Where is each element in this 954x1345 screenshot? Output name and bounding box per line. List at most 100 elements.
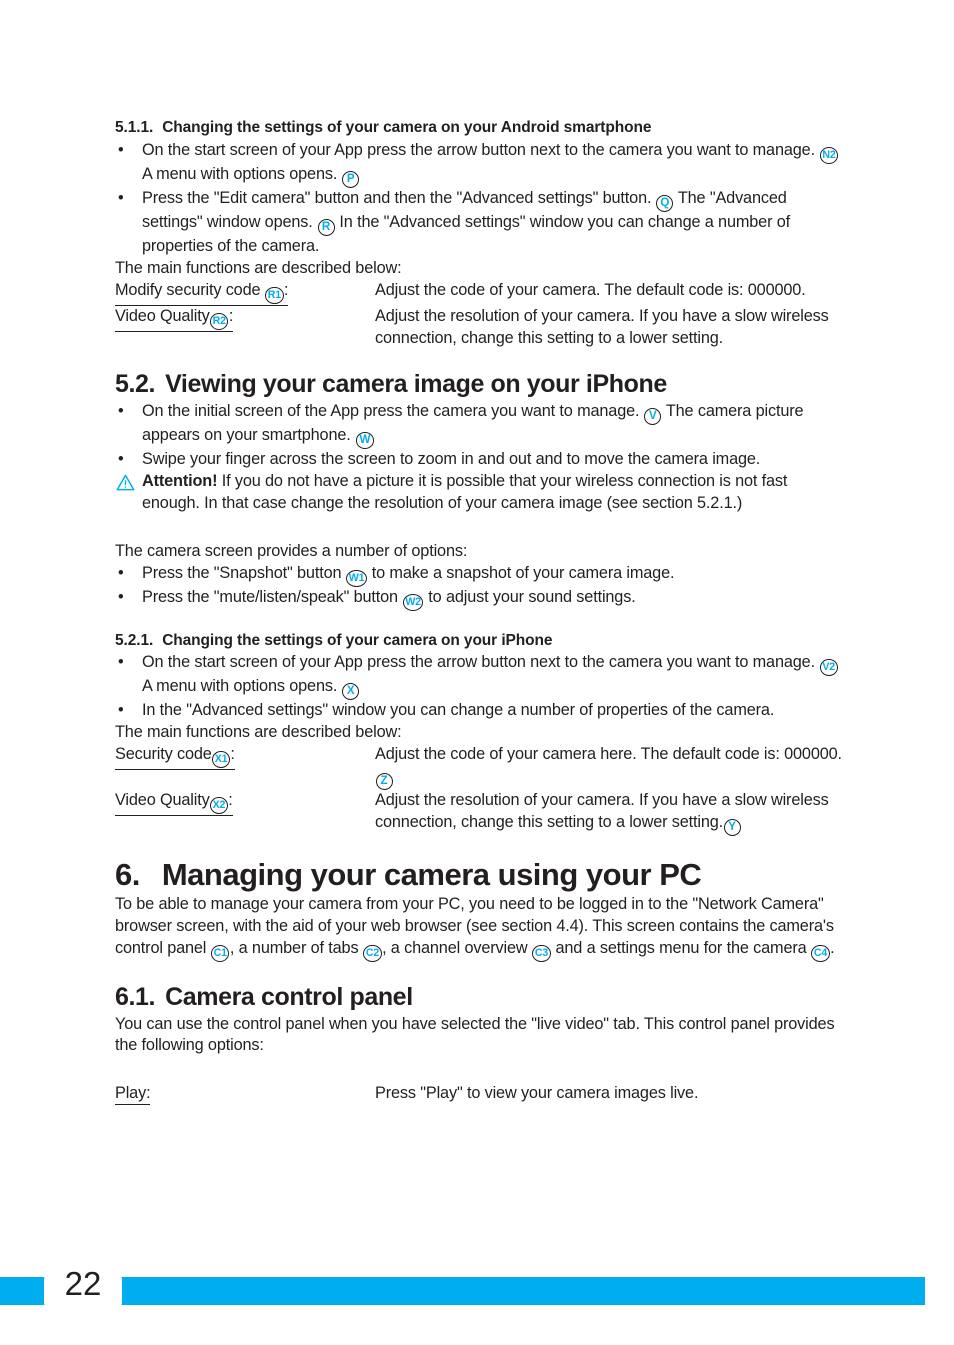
bullet-text-a: Press the "Edit camera" button and then …	[142, 188, 652, 207]
definition-term-label: Security code	[115, 745, 212, 764]
attention-label: Attention!	[142, 471, 218, 490]
list-item: • Press the "Snapshot" button W1 to make …	[115, 563, 845, 587]
bullet-text-b: to make a snapshot of your camera image.	[371, 563, 675, 582]
bullet-text: Swipe your finger across the screen to z…	[142, 449, 761, 468]
reference-marker-c3: C3	[532, 945, 551, 963]
reference-marker-w2: W2	[402, 593, 424, 611]
heading-6-number: 6.	[115, 857, 140, 893]
definition-list-5-2-1: Security code X1: Adjust the code of your…	[115, 744, 845, 837]
definition-row: Security code X1: Adjust the code of your…	[115, 744, 845, 791]
page-number: 22	[64, 1265, 102, 1302]
reference-marker-r: R	[317, 218, 335, 236]
definition-description: Adjust the resolution of your camera. If…	[375, 790, 845, 837]
reference-marker-p: P	[342, 170, 360, 188]
reference-marker-z: Z	[375, 773, 393, 791]
heading-5-1-1: 5.1.1. Changing the settings of your cam…	[115, 118, 845, 138]
definition-term-label: Video Quality	[115, 791, 210, 810]
heading-6-title: Managing your camera using your PC	[161, 857, 702, 893]
definition-row: Play: Press "Play" to view your camera i…	[115, 1083, 845, 1106]
heading-6: 6. Managing your camera using your PC	[115, 856, 845, 893]
reference-marker-c4: C4	[811, 945, 830, 963]
paragraph-6-text-d: and a settings menu for the camera	[555, 939, 807, 958]
definition-term: Play:	[115, 1083, 375, 1106]
heading-5-2-title: Viewing your camera image on your iPhone	[165, 370, 667, 399]
bullet-text-a: Press the "Snapshot" button	[142, 563, 342, 582]
bullet-text-a: On the initial screen of the App press t…	[142, 401, 640, 420]
definition-term-label: Video Quality	[115, 306, 210, 325]
page-content: 5.1.1. Changing the settings of your cam…	[115, 118, 845, 1106]
footer-bar-right	[118, 1277, 925, 1305]
paragraph-6-1: You can use the control panel when you h…	[115, 1014, 835, 1055]
heading-5-2-number: 5.2.	[115, 370, 156, 399]
paragraph-6-text-e: .	[830, 939, 835, 958]
reference-marker-r2: R2	[210, 312, 229, 330]
intro-text-5-1-1: The main functions are described below:	[115, 258, 402, 277]
definition-list-5-1-1: Modify security code R1: Adjust the code…	[115, 280, 845, 350]
reference-marker-c2: C2	[363, 945, 382, 963]
definition-list-6-1: Play: Press "Play" to view your camera i…	[115, 1083, 845, 1106]
reference-marker-c1: C1	[211, 945, 230, 963]
list-item: • In the "Advanced settings" window you c…	[115, 700, 845, 722]
list-item: • On the start screen of your App press t…	[115, 140, 845, 188]
heading-5-2-1-number: 5.2.1.	[115, 631, 154, 649]
reference-marker-w: W	[355, 431, 375, 449]
definition-term: Modify security code R1:	[115, 280, 375, 306]
definition-term: Video Quality R2:	[115, 306, 375, 332]
definition-description: Adjust the code of your camera. The defa…	[375, 280, 806, 299]
definition-description-text: Adjust the code of your camera here. The…	[375, 745, 842, 764]
footer-bar-left	[0, 1277, 48, 1305]
bullet-icon: •	[118, 563, 124, 582]
bullet-text-a: Press the "mute/listen/speak" button	[142, 587, 398, 606]
heading-6-1: 6.1. Camera control panel	[115, 982, 845, 1013]
options-intro-5-2: The camera screen provides a number of o…	[115, 541, 468, 560]
definition-term: Video Quality X2:	[115, 790, 375, 817]
reference-marker-q: Q	[656, 194, 674, 212]
reference-marker-w1: W1	[346, 569, 367, 587]
attention-text: If you do not have a picture it is possi…	[142, 471, 788, 512]
reference-marker-x1: X1	[212, 751, 230, 769]
definition-term: Security code X1:	[115, 744, 375, 771]
definition-term-label: Play:	[115, 1084, 151, 1106]
warning-triangle-icon	[116, 474, 135, 491]
document-page: 5.1.1. Changing the settings of your cam…	[0, 0, 954, 1345]
definition-row: Video Quality X2: Adjust the resolution o…	[115, 790, 845, 837]
bullet-text: In the "Advanced settings" window you ca…	[142, 701, 775, 720]
paragraph-6: To be able to manage your camera from yo…	[115, 894, 845, 963]
definition-description-text: Adjust the resolution of your camera. If…	[375, 791, 829, 832]
heading-5-2-1-title: Changing the settings of your camera on …	[162, 631, 553, 649]
heading-5-1-1-title: Changing the settings of your camera on …	[162, 119, 652, 136]
definition-row: Video Quality R2: Adjust the resolution o…	[115, 306, 845, 350]
list-5-1-1: • On the start screen of your App press t…	[115, 140, 845, 258]
attention-note: Attention! If you do not have a picture …	[115, 471, 845, 515]
reference-marker-x2: X2	[210, 797, 228, 815]
heading-5-2: 5.2. Viewing your camera image on your i…	[115, 369, 845, 400]
bullet-text-b: A menu with options opens.	[142, 677, 338, 696]
bullet-icon: •	[118, 401, 124, 420]
reference-marker-v2: V2	[819, 659, 838, 677]
bullet-text-a: On the start screen of your App press th…	[142, 140, 815, 159]
bullet-text-b: to adjust your sound settings.	[428, 587, 636, 606]
definition-term-label: Modify security code	[115, 280, 261, 299]
list-item: • Press the "Edit camera" button and then…	[115, 188, 845, 258]
heading-5-1-1-number: 5.1.1.	[115, 119, 154, 136]
list-5-2-1: • On the start screen of your App press t…	[115, 652, 845, 722]
definition-description: Press "Play" to view your camera images …	[375, 1084, 699, 1103]
bullet-icon: •	[118, 701, 124, 720]
bullet-text-a: On the start screen of your App press th…	[142, 653, 815, 672]
bullet-text-b: A menu with options opens.	[142, 164, 338, 183]
reference-marker-x: X	[342, 683, 360, 701]
reference-marker-r1: R1	[265, 286, 284, 304]
reference-marker-v: V	[644, 407, 662, 425]
bullet-icon: •	[118, 653, 124, 672]
list-item: • On the initial screen of the App press …	[115, 401, 845, 449]
intro-text-5-2-1: The main functions are described below:	[115, 723, 402, 742]
definition-description: Adjust the code of your camera here. The…	[375, 744, 845, 791]
list-item: • Press the "mute/listen/speak" button W2…	[115, 587, 845, 611]
page-footer: 22	[0, 1265, 954, 1309]
paragraph-6-text-b: , a number of tabs	[229, 939, 359, 958]
